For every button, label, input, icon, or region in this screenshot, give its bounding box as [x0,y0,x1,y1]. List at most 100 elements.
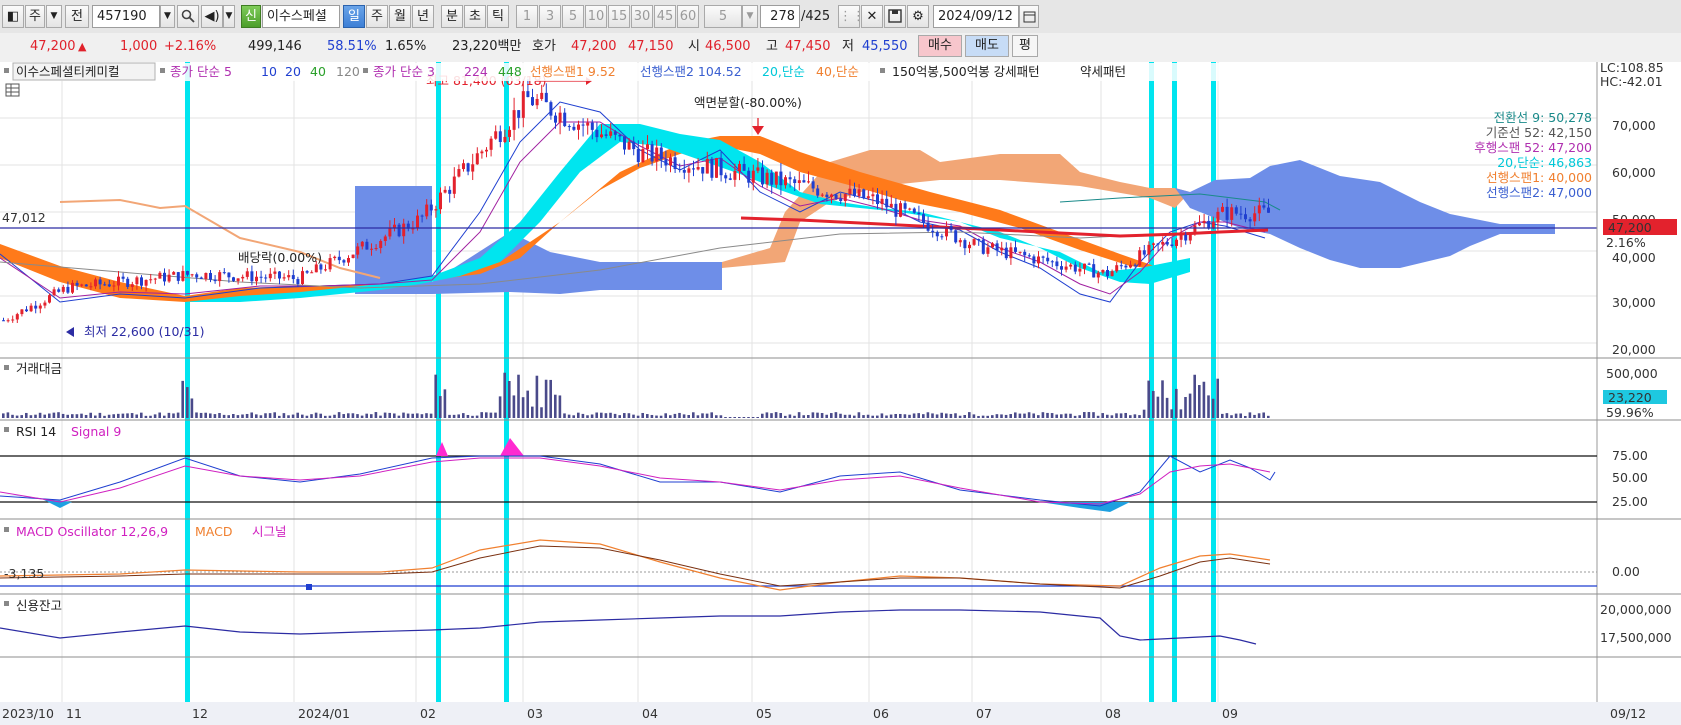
volume-bar [669,415,672,418]
candle-body [181,271,185,281]
volume-bar [1000,414,1003,418]
candle-body [774,171,778,185]
code-input[interactable]: 457190 [92,5,160,28]
period-minute[interactable]: 분 [441,5,463,28]
open-label: 시 [688,39,700,54]
minute-30[interactable]: 30 [631,5,653,28]
x-axis-label: 03 [527,706,543,721]
search-icon[interactable] [177,5,199,28]
cross-icon[interactable]: ✕ [861,5,883,28]
candle-body [848,188,852,195]
candle-body [853,188,856,197]
minute-1[interactable]: 1 [516,5,538,28]
volume-bar [25,412,28,418]
minute-15[interactable]: 15 [608,5,630,28]
period-week[interactable]: 주 [366,5,388,28]
candle-body [222,272,226,274]
chart-area: 47,012 최고 81,400 (03/18) 최저 22,600 (10/3… [0,62,1681,725]
volume-bar [1087,412,1091,418]
volume-title: 거래대금 [16,361,62,376]
chevron-down-icon[interactable]: ▼ [46,5,62,28]
save-icon[interactable] [884,5,906,28]
date-input[interactable]: 2024/09/12 [933,5,1019,28]
volume-tag: 23,220 [1608,390,1652,405]
new-badge[interactable]: 신 [241,5,261,28]
period-year[interactable]: 년 [412,5,434,28]
candle-body [912,208,916,213]
candle-body [931,230,935,233]
volume-bar [549,379,552,418]
candle-body [678,169,682,171]
candle-body [75,282,79,286]
calendar-icon[interactable] [1019,5,1039,28]
period-tick[interactable]: 틱 [487,5,509,28]
candle-body [567,126,571,128]
candle-body [834,194,838,199]
volume-bar [655,415,658,418]
sell-button[interactable]: 매도 [965,35,1009,57]
volume-bar [34,414,37,418]
volume-bar [273,412,276,418]
open-price: 46,500 [705,39,751,54]
code-dropdown-icon[interactable]: ▼ [160,5,175,28]
interval-dropdown-icon[interactable]: ▼ [742,5,758,28]
gear-icon[interactable]: ⚙ [907,5,929,28]
zoom-icon[interactable]: ⋮⋮ [838,5,860,28]
minute-5[interactable]: 5 [562,5,584,28]
interval-count[interactable]: 5 [704,5,742,28]
stock-name-field[interactable]: 이수스페셜 [262,5,340,28]
volume-bar [222,414,226,418]
volume-bar [696,415,700,418]
current-price-tag: 47,200 [1608,220,1652,235]
candle-body [25,309,28,312]
buy-button[interactable]: 매수 [918,35,962,57]
candle-body [954,230,958,243]
market-select[interactable]: 주 [25,5,45,28]
period-month[interactable]: 월 [389,5,411,28]
svg-text:500,000: 500,000 [1606,366,1658,381]
candle-body [972,239,976,245]
candle-body [1248,219,1252,222]
minute-10[interactable]: 10 [585,5,607,28]
volume-bar [379,415,382,418]
volume-bar [1055,414,1058,418]
volume-bar [765,412,769,418]
volume-bar [954,413,957,418]
candle-body [1133,264,1137,266]
volume-bar [816,412,819,418]
period-day[interactable]: 일 [343,5,365,28]
volume-bar [531,406,534,418]
speaker-icon[interactable]: ◀) [201,5,223,28]
candle-body [1262,205,1266,208]
minute-60[interactable]: 60 [677,5,699,28]
candle-body [287,275,291,278]
minute-45[interactable]: 45 [654,5,676,28]
candle-body [830,194,833,197]
volume-bar [926,412,930,418]
candle-body [664,159,668,166]
volume-bar [935,414,939,418]
candle-body [701,167,705,174]
bar-count-input[interactable]: 278 [760,5,800,28]
volume-bar [724,417,727,418]
minute-3[interactable]: 3 [539,5,561,28]
speaker-dropdown-icon[interactable]: ▼ [223,5,235,28]
volume-bar [1175,388,1178,418]
volume-bar [278,415,281,418]
candle-body [48,295,51,303]
panel-toggle-icon[interactable]: ◧ [2,5,24,28]
candle-body [991,243,994,248]
volume-bar [80,413,83,418]
candle-body [227,272,231,278]
candle-body [1009,247,1013,259]
low-price: 45,550 [862,39,908,54]
volume-bar [1142,409,1146,418]
volume-bar [871,415,874,418]
average-button[interactable]: 평 [1012,35,1038,57]
period-second[interactable]: 초 [464,5,486,28]
candle-body [517,110,521,118]
candle-body [1225,206,1229,220]
prev-button[interactable]: 전 [65,5,89,28]
candle-body [259,276,263,278]
volume-bar [604,413,608,418]
